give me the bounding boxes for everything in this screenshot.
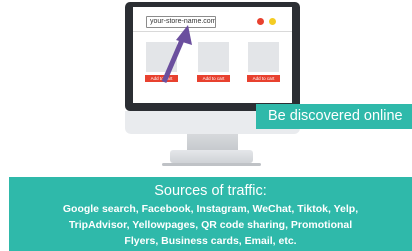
traffic-line: Google search, Facebook, Instagram, WeCh… <box>62 203 359 215</box>
traffic-sources-panel: Sources of traffic: Google search, Faceb… <box>9 177 412 251</box>
discover-banner: Be discovered online <box>256 104 412 129</box>
traffic-line: TripAdvisor, Yellowpages, QR code sharin… <box>68 219 353 231</box>
traffic-title: Sources of traffic: <box>154 183 267 199</box>
traffic-line: Flyers, Business cards, Email, etc. <box>124 235 297 247</box>
